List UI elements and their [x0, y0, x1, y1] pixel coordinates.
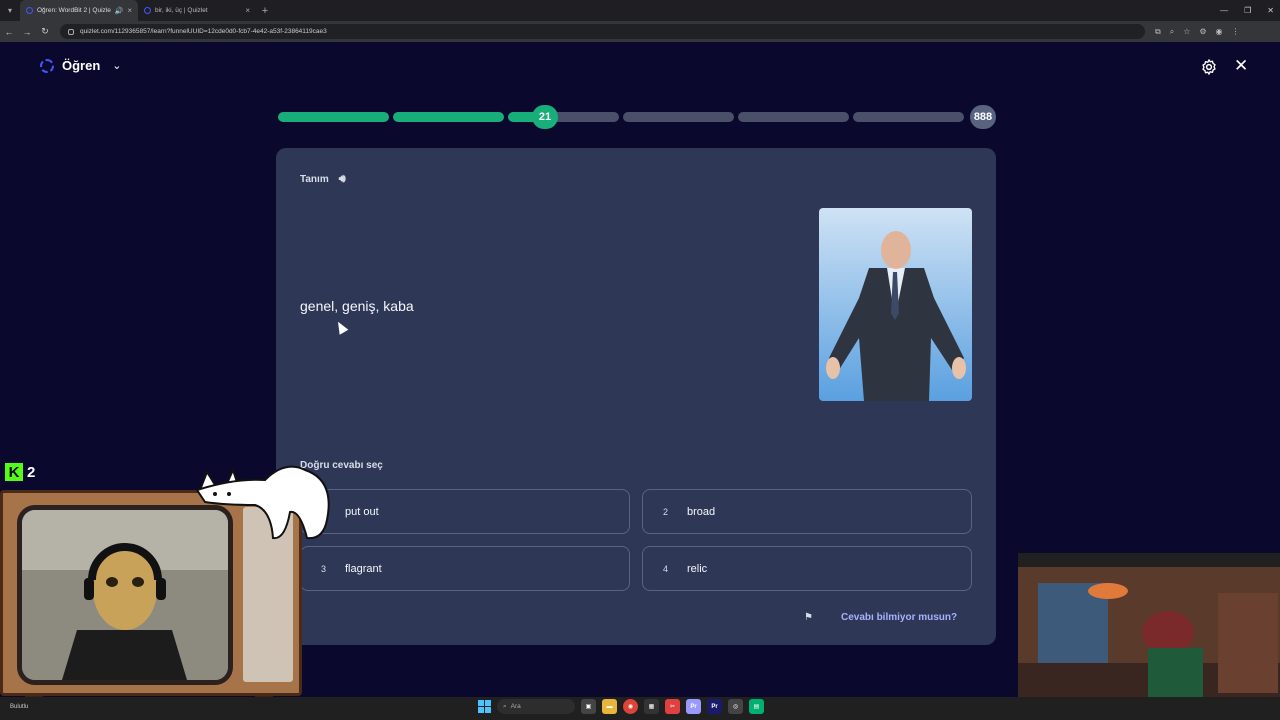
new-tab-button[interactable]: +: [256, 5, 274, 17]
dont-know-button[interactable]: Cevabı bilmiyor musun?: [841, 612, 957, 623]
window-controls: — ❐ ✕: [1220, 0, 1274, 21]
premiere-icon[interactable]: Pr: [686, 699, 701, 714]
option-number: 2: [663, 506, 669, 517]
chrome-icon[interactable]: ◉: [623, 699, 638, 714]
os-taskbar: Bulutlu ⌕ Ara ▣ ▬ ◉ ▦ ✂ Pr Pr ◎ ▤: [0, 697, 1280, 720]
weather-widget[interactable]: Bulutlu: [10, 704, 28, 710]
taskbar-apps: ⌕ Ara ▣ ▬ ◉ ▦ ✂ Pr Pr ◎ ▤: [478, 699, 764, 714]
progress-total-badge: 888: [970, 105, 996, 129]
progress-segment-fill: [278, 112, 389, 122]
site-info-icon[interactable]: [68, 28, 74, 35]
maximize-icon[interactable]: ❐: [1244, 6, 1251, 15]
learn-mode-selector[interactable]: Öğren ⌄: [40, 58, 122, 73]
option-number: 4: [663, 563, 669, 574]
browser-tab-bar: ▾ Öğren: WordBit 2 | Quizlet 🔊 × bir, ik…: [0, 0, 1280, 21]
term-label: Tanım: [300, 174, 329, 185]
window-close-icon[interactable]: ✕: [1267, 6, 1274, 15]
tab-close-icon[interactable]: ×: [245, 6, 250, 15]
progress-segment: [853, 112, 964, 122]
chevron-down-icon: ⌄: [112, 60, 122, 72]
browser-address-bar: ← → ↻ quizlet.com/1129365857/learn?funne…: [0, 21, 1280, 42]
install-app-icon[interactable]: ⧉: [1155, 27, 1161, 37]
app-icon[interactable]: ✂: [665, 699, 680, 714]
kick-viewer-badge: K 2: [5, 463, 35, 481]
reload-icon[interactable]: ↻: [36, 26, 54, 37]
progress-bar: 21 888: [278, 105, 996, 129]
answer-option-4[interactable]: 4 relic: [642, 546, 972, 591]
tab-title: bir, iki, üç | Quizlet: [155, 7, 208, 14]
answer-option-3[interactable]: 3 flagrant: [300, 546, 630, 591]
progress-segment: [738, 112, 849, 122]
prompt-image[interactable]: [819, 208, 972, 401]
progress-segment: [508, 112, 619, 122]
profile-icon[interactable]: ◉: [1216, 27, 1223, 37]
tab-title: Öğren: WordBit 2 | Quizlet: [37, 7, 111, 14]
bookmark-star-icon[interactable]: ☆: [1183, 27, 1190, 37]
tab-close-icon[interactable]: ×: [127, 6, 132, 15]
windows-start-icon[interactable]: [478, 700, 491, 713]
url-field[interactable]: quizlet.com/1129365857/learn?funnelUUID=…: [60, 24, 1145, 39]
task-view-icon[interactable]: ▣: [581, 699, 596, 714]
app-icon[interactable]: Pr: [707, 699, 722, 714]
minimize-icon[interactable]: —: [1220, 6, 1228, 15]
cat-sticker-image: [195, 465, 330, 540]
prompt-text: genel, geniş, kaba: [300, 298, 414, 314]
obs-icon[interactable]: ◎: [728, 699, 743, 714]
learn-mode-label: Öğren: [62, 58, 101, 73]
browser-tab[interactable]: bir, iki, üç | Quizlet ×: [138, 0, 256, 21]
close-icon[interactable]: ✕: [1234, 57, 1248, 75]
file-explorer-icon[interactable]: ▬: [602, 699, 617, 714]
menu-kebab-icon[interactable]: ⋮: [1232, 27, 1240, 37]
answer-option-1[interactable]: 1 put out: [300, 489, 630, 534]
option-text: broad: [687, 505, 716, 518]
toolbar-icons: ⧉ ⌕ ☆ ⚙ ◉ ⋮: [1155, 27, 1240, 37]
search-icon: ⌕: [503, 702, 507, 710]
flag-icon[interactable]: ⚑: [804, 612, 813, 623]
progress-current-badge: 21: [532, 105, 558, 129]
progress-segment-fill: [393, 112, 504, 122]
quizlet-favicon-icon: [26, 7, 33, 14]
browser-tab-active[interactable]: Öğren: WordBit 2 | Quizlet 🔊 ×: [20, 0, 138, 21]
taskbar-search[interactable]: ⌕ Ara: [497, 699, 575, 714]
kick-logo-icon: K: [5, 463, 23, 481]
side-stream-preview: [1018, 553, 1280, 720]
term-header: Tanım 🔊︎: [300, 173, 346, 186]
tab-audio-icon[interactable]: 🔊: [115, 7, 124, 15]
quizlet-favicon-icon: [144, 7, 151, 14]
answer-option-2[interactable]: 2 broad: [642, 489, 972, 534]
app-icon[interactable]: ▦: [644, 699, 659, 714]
search-placeholder: Ara: [510, 703, 521, 710]
option-number: 3: [321, 563, 327, 574]
progress-segment: [278, 112, 389, 122]
progress-segment: [393, 112, 504, 122]
speaker-icon[interactable]: 🔊︎: [339, 173, 346, 186]
settings-gear-icon[interactable]: [1200, 58, 1218, 76]
back-icon[interactable]: ←: [0, 27, 18, 37]
learn-mode-icon: [40, 58, 54, 73]
extensions-icon[interactable]: ⚙: [1199, 27, 1206, 37]
tab-search-icon[interactable]: ▾: [0, 0, 20, 21]
forward-icon[interactable]: →: [18, 27, 36, 37]
zoom-icon[interactable]: ⌕: [1170, 27, 1174, 37]
question-card: Tanım 🔊︎ genel, geniş, kaba Doğru cevabı…: [276, 148, 996, 645]
option-text: flagrant: [345, 562, 382, 575]
option-text: relic: [687, 562, 708, 575]
app-icon[interactable]: ▤: [749, 699, 764, 714]
option-text: put out: [345, 505, 379, 518]
viewer-count: 2: [27, 463, 36, 481]
url-text: quizlet.com/1129365857/learn?funnelUUID=…: [80, 28, 327, 35]
progress-segment: [623, 112, 734, 122]
